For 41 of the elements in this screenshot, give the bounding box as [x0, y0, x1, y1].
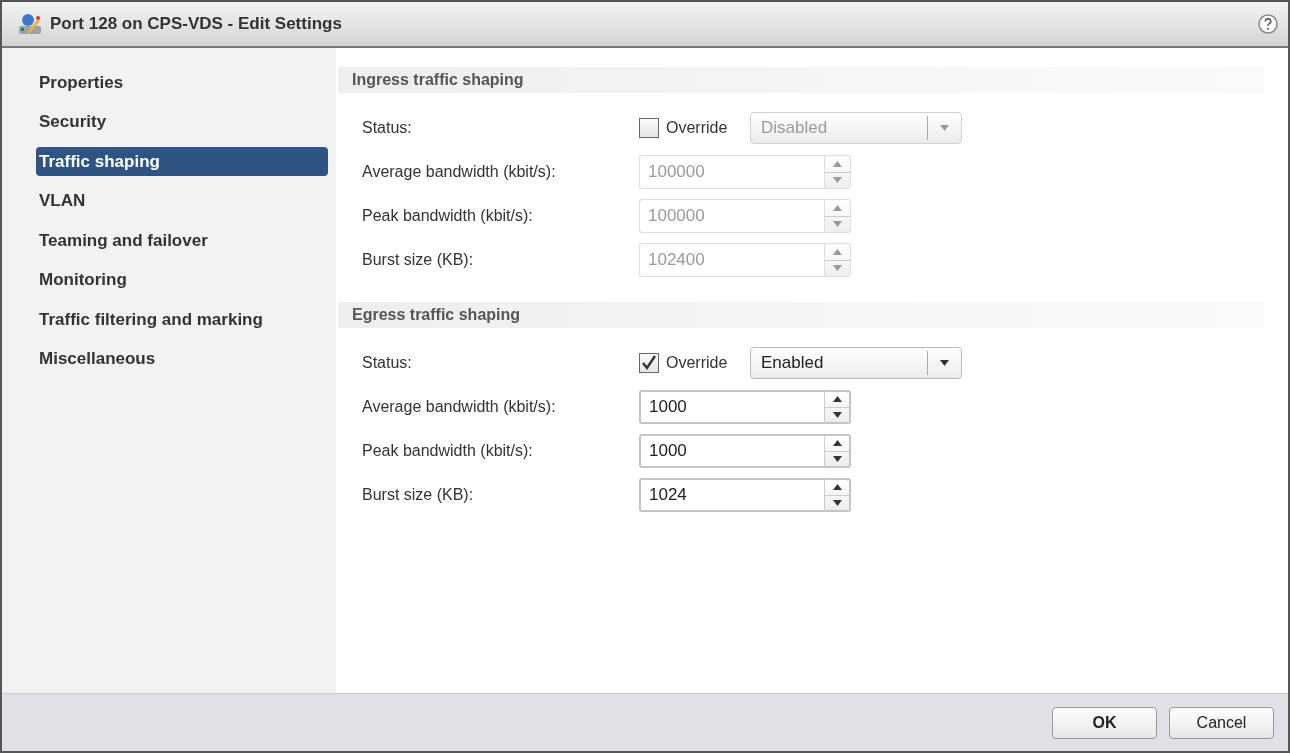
spinner-buttons[interactable] — [825, 434, 851, 468]
number-field[interactable]: 1000 — [639, 390, 825, 424]
number-field[interactable]: 1024 — [639, 478, 825, 512]
increment-icon[interactable] — [832, 396, 842, 403]
help-icon[interactable] — [1258, 14, 1278, 34]
network-port-icon — [18, 13, 42, 35]
field-label: Status: — [362, 119, 413, 137]
increment-icon[interactable] — [832, 440, 842, 447]
caret-icon[interactable] — [940, 360, 949, 366]
decrement-icon[interactable] — [832, 455, 842, 462]
cancel-button[interactable]: Cancel — [1169, 706, 1274, 739]
spinner-buttons[interactable] — [825, 390, 851, 424]
window-title: Port 128 on CPS-VDS - Edit Settings — [50, 14, 343, 34]
field-label: Average bandwidth (kbit/s): — [362, 398, 557, 416]
sidebar-item[interactable]: VLAN — [36, 186, 328, 216]
override-label: Override — [666, 119, 728, 137]
sidebar-item[interactable]: Security — [36, 107, 328, 137]
field-label: Status: — [362, 354, 413, 372]
field-label: Peak bandwidth (kbit/s): — [362, 442, 534, 460]
sidebar-item[interactable]: Teaming and failover — [36, 226, 328, 255]
ok-button[interactable]: OK — [1052, 706, 1157, 739]
sidebar-item[interactable]: Monitoring — [36, 265, 328, 295]
increment-icon[interactable] — [832, 484, 842, 491]
sidebar-item[interactable]: Properties — [36, 68, 328, 97]
decrement-icon[interactable] — [832, 411, 842, 418]
status-dropdown[interactable]: Enabled — [750, 347, 962, 379]
sidebar-item[interactable]: Traffic filtering and marking — [36, 305, 328, 334]
sidebar-item[interactable]: Miscellaneous — [36, 344, 328, 374]
decrement-icon[interactable] — [832, 499, 842, 506]
field-label: Burst size (KB): — [362, 251, 475, 269]
number-field[interactable]: 1000 — [639, 434, 825, 468]
override-checkbox[interactable] — [639, 118, 659, 138]
override-label: Override — [666, 354, 728, 372]
override-checkbox[interactable] — [639, 353, 659, 373]
section-header: Ingress traffic shaping — [338, 67, 1264, 93]
field-label: Burst size (KB): — [362, 486, 475, 504]
field-label: Peak bandwidth (kbit/s): — [362, 207, 534, 225]
spinner-buttons[interactable] — [825, 478, 851, 512]
section-header: Egress traffic shaping — [338, 302, 1264, 328]
field-label: Average bandwidth (kbit/s): — [362, 163, 557, 181]
sidebar-item[interactable]: Traffic shaping — [36, 147, 328, 176]
